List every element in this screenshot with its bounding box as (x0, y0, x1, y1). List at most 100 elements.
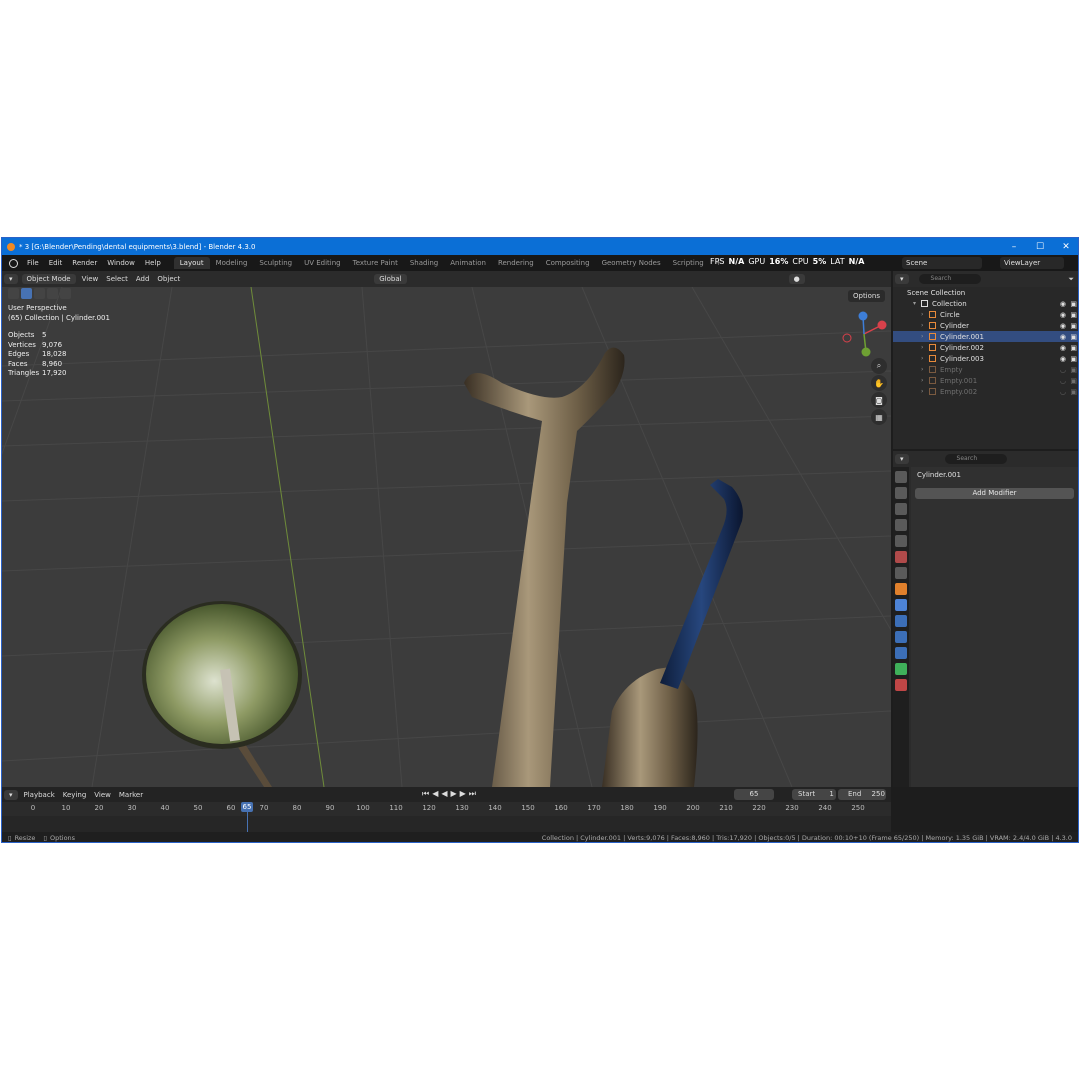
timeline-track[interactable] (2, 816, 891, 832)
camera-icon[interactable]: ▣ (1070, 355, 1077, 363)
expand-icon[interactable]: › (921, 344, 929, 351)
menu-edit[interactable]: Edit (44, 259, 68, 267)
playback-controls[interactable]: ⏮◀◀▶▶⏭ (422, 789, 479, 799)
close-button[interactable]: ✕ (1054, 238, 1078, 255)
blender-logo-icon[interactable] (9, 258, 18, 268)
menu-keying[interactable]: Keying (63, 791, 87, 799)
render-tab-icon[interactable] (895, 487, 907, 499)
tab-texture-paint[interactable]: Texture Paint (347, 257, 404, 269)
scene-selector[interactable]: Scene (902, 257, 982, 269)
options-button[interactable]: Options (847, 290, 885, 302)
maximize-button[interactable]: ☐ (1028, 238, 1052, 255)
outliner-item-cylinder-003[interactable]: › Cylinder.003 ◉ ▣ (893, 353, 1078, 364)
eye-icon[interactable]: ◉ (1060, 333, 1066, 341)
outliner-item-circle[interactable]: › Circle ◉ ▣ (893, 309, 1078, 320)
particles-tab-icon[interactable] (895, 615, 907, 627)
expand-icon[interactable]: › (921, 366, 929, 373)
menu-marker[interactable]: Marker (119, 791, 143, 799)
tab-modeling[interactable]: Modeling (210, 257, 254, 269)
camera-icon[interactable]: ▣ (1070, 344, 1077, 352)
eye-icon[interactable]: ◉ (1060, 344, 1066, 352)
camera-icon[interactable]: ▣ (1070, 388, 1077, 396)
current-frame-field[interactable]: 65 (734, 789, 774, 800)
collection-tab-icon[interactable] (895, 567, 907, 579)
transform-orientation[interactable]: Global (374, 274, 407, 284)
data-tab-icon[interactable] (895, 663, 907, 675)
start-frame-field[interactable]: Start 1 (792, 789, 836, 800)
outliner-item-cylinder-002[interactable]: › Cylinder.002 ◉ ▣ (893, 342, 1078, 353)
filter-icon[interactable]: ⏷ (1068, 275, 1074, 284)
playhead[interactable]: 65 (241, 802, 253, 812)
scene-tab-icon[interactable] (895, 535, 907, 547)
view-layer-selector[interactable]: ViewLayer (1000, 257, 1064, 269)
view-layer-tab-icon[interactable] (895, 519, 907, 531)
tab-layout[interactable]: Layout (173, 257, 210, 269)
properties-editor-type[interactable]: ▾ (895, 454, 909, 464)
eye-icon[interactable]: ◉ (1060, 322, 1066, 330)
expand-icon[interactable]: › (921, 377, 929, 384)
select-extend-icon[interactable] (34, 288, 45, 299)
eye-icon[interactable]: ◉ (1060, 355, 1066, 363)
menu-add[interactable]: Add (136, 275, 150, 283)
material-tab-icon[interactable] (895, 679, 907, 691)
eye-closed-icon[interactable]: ◡ (1060, 366, 1066, 374)
tab-uv-editing[interactable]: UV Editing (298, 257, 347, 269)
mode-selector[interactable]: Object Mode (21, 274, 76, 284)
modifier-tab-icon[interactable] (895, 599, 907, 611)
end-frame-field[interactable]: End 250 (838, 789, 886, 800)
eye-closed-icon[interactable]: ◡ (1060, 377, 1066, 385)
menu-timeline-view[interactable]: View (94, 791, 111, 799)
outliner-search-input[interactable]: Search (918, 274, 981, 284)
expand-icon[interactable]: › (921, 322, 929, 329)
physics-tab-icon[interactable] (895, 631, 907, 643)
camera-icon[interactable]: ▣ (1070, 366, 1077, 374)
world-tab-icon[interactable] (895, 551, 907, 563)
select-tool-icon[interactable] (8, 288, 19, 299)
scene-collection-row[interactable]: Scene Collection (893, 287, 1078, 298)
tab-scripting[interactable]: Scripting (667, 257, 710, 269)
camera-icon[interactable]: ▣ (1070, 322, 1077, 330)
select-intersect-icon[interactable] (60, 288, 71, 299)
camera-icon[interactable]: ▣ (1070, 377, 1077, 385)
add-modifier-button[interactable]: Add Modifier (915, 488, 1074, 499)
menu-render[interactable]: Render (67, 259, 102, 267)
menu-view[interactable]: View (82, 275, 99, 283)
shading-solid-button[interactable]: ● (788, 274, 805, 284)
editor-type-button[interactable]: ▾ (4, 274, 18, 284)
menu-playback[interactable]: Playback (24, 791, 55, 799)
outliner-item-empty[interactable]: › Empty ◡ ▣ (893, 364, 1078, 375)
outliner-item-cylinder-001[interactable]: › Cylinder.001 ◉ ▣ (893, 331, 1078, 342)
output-tab-icon[interactable] (895, 503, 907, 515)
eye-closed-icon[interactable]: ◡ (1060, 388, 1066, 396)
expand-icon[interactable]: › (921, 388, 929, 395)
camera-view-icon[interactable]: ◙ (871, 392, 887, 408)
select-subtract-icon[interactable] (47, 288, 58, 299)
tab-shading[interactable]: Shading (404, 257, 444, 269)
zoom-icon[interactable]: ⌕ (871, 358, 887, 374)
collapse-icon[interactable]: ▾ (913, 300, 921, 307)
menu-file[interactable]: File (22, 259, 44, 267)
camera-icon[interactable]: ▣ (1070, 300, 1077, 308)
tab-geometry-nodes[interactable]: Geometry Nodes (596, 257, 667, 269)
constraints-tab-icon[interactable] (895, 647, 907, 659)
outliner-item-empty-002[interactable]: › Empty.002 ◡ ▣ (893, 386, 1078, 397)
navigation-gizmo[interactable] (840, 310, 890, 360)
menu-object[interactable]: Object (157, 275, 180, 283)
eye-icon[interactable]: ◉ (1060, 300, 1066, 308)
tool-tab-icon[interactable] (895, 471, 907, 483)
pan-hand-icon[interactable]: ✋ (871, 375, 887, 391)
select-new-icon[interactable] (21, 288, 32, 299)
ortho-grid-icon[interactable]: ▦ (871, 409, 887, 425)
tab-sculpting[interactable]: Sculpting (253, 257, 298, 269)
menu-select[interactable]: Select (106, 275, 128, 283)
outliner-editor-type[interactable]: ▾ (895, 274, 909, 284)
timeline-editor-type[interactable]: ▾ (4, 789, 18, 800)
collection-row[interactable]: ▾ Collection ◉ ▣ (893, 298, 1078, 309)
menu-window[interactable]: Window (102, 259, 140, 267)
camera-icon[interactable]: ▣ (1070, 311, 1077, 319)
menu-help[interactable]: Help (140, 259, 166, 267)
tab-animation[interactable]: Animation (444, 257, 492, 269)
tab-compositing[interactable]: Compositing (540, 257, 596, 269)
properties-search-input[interactable]: Search (944, 454, 1007, 464)
outliner-item-empty-001[interactable]: › Empty.001 ◡ ▣ (893, 375, 1078, 386)
